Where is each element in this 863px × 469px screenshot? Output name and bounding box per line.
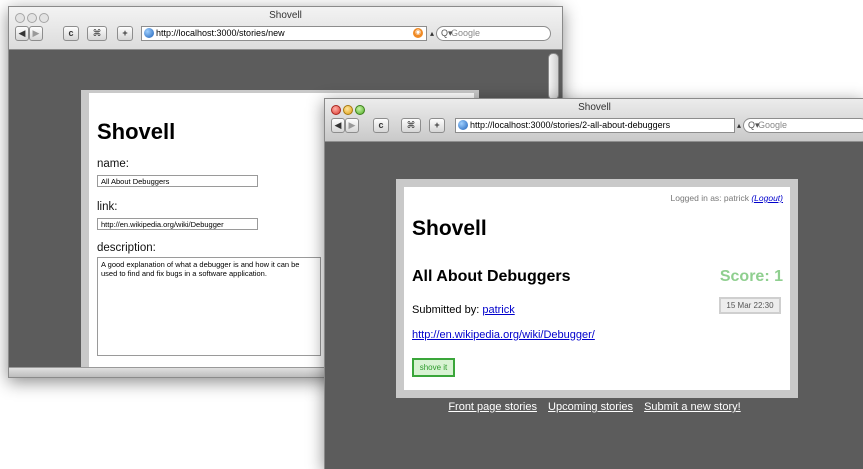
submitted-by-label: Submitted by:	[412, 304, 480, 316]
link-field[interactable]: http://en.wikipedia.org/wiki/Debugger	[97, 218, 258, 230]
browser-window-story: Shovell ◀ ▶ c ⌘ + http://localhost:3000/…	[324, 98, 863, 469]
add-bookmark-button[interactable]: +	[429, 118, 445, 133]
story-score: Score: 1	[719, 268, 783, 285]
story-title: All About Debuggers	[412, 268, 571, 285]
search-placeholder: Google	[758, 120, 788, 130]
window-title: Shovell	[269, 10, 302, 21]
story-url-link[interactable]: http://en.wikipedia.org/wiki/Debugger/	[412, 329, 595, 341]
search-icon: Q▾	[748, 120, 760, 130]
globe-icon	[144, 28, 154, 38]
forward-button[interactable]: ▶	[345, 118, 359, 133]
story-date: 15 Mar 22:30	[719, 297, 781, 314]
search-icon: Q▾	[441, 28, 453, 38]
address-bar[interactable]: http://localhost:3000/stories/2-all-abou…	[455, 118, 735, 133]
scrollbar-thumb[interactable]	[548, 53, 559, 100]
rss-icon[interactable]: ◉	[413, 28, 423, 38]
description-textarea[interactable]: A good explanation of what a debugger is…	[97, 257, 321, 356]
shove-it-button[interactable]: shove it	[412, 358, 455, 377]
link-label: link:	[97, 201, 118, 213]
submitted-by: Submitted by: patrick	[412, 304, 515, 316]
url-text: http://localhost:3000/stories/new	[156, 28, 285, 38]
story-card: Logged in as: patrick (Logout) Shovell A…	[396, 179, 798, 398]
url-text: http://localhost:3000/stories/2-all-abou…	[470, 120, 671, 130]
window-title: Shovell	[578, 102, 611, 113]
bookmarks-button[interactable]: ⌘	[87, 26, 107, 41]
upcoming-stories-link[interactable]: Upcoming stories	[548, 401, 633, 413]
story-card-body: Logged in as: patrick (Logout) Shovell A…	[404, 187, 790, 390]
front-page-stories-link[interactable]: Front page stories	[448, 401, 537, 413]
login-status: Logged in as: patrick (Logout)	[671, 193, 784, 203]
page-title: Shovell	[412, 217, 487, 240]
back-button[interactable]: ◀	[15, 26, 29, 41]
search-field[interactable]: Q▾ Google	[743, 118, 863, 133]
page-title: Shovell	[97, 119, 176, 144]
title-bar: Shovell ◀ ▶ c ⌘ + http://localhost:3000/…	[9, 7, 562, 50]
name-field[interactable]: All About Debuggers	[97, 175, 258, 187]
add-bookmark-button[interactable]: +	[117, 26, 133, 41]
logged-in-text: Logged in as: patrick	[670, 193, 749, 203]
back-button[interactable]: ◀	[331, 118, 345, 133]
search-placeholder: Google	[451, 28, 481, 38]
submitter-link[interactable]: patrick	[482, 304, 514, 316]
submit-story-link[interactable]: Submit a new story!	[644, 401, 741, 413]
search-dropdown-icon[interactable]: ▴	[737, 118, 741, 133]
reload-button[interactable]: c	[63, 26, 79, 41]
title-bar: Shovell ◀ ▶ c ⌘ + http://localhost:3000/…	[325, 99, 863, 142]
globe-icon	[458, 120, 468, 130]
footer-nav: Front page stories Upcoming stories Subm…	[325, 401, 863, 413]
forward-button[interactable]: ▶	[29, 26, 43, 41]
reload-button[interactable]: c	[373, 118, 389, 133]
address-bar[interactable]: http://localhost:3000/stories/new ◉	[141, 26, 427, 41]
search-dropdown-icon[interactable]: ▴	[430, 26, 434, 41]
name-label: name:	[97, 158, 129, 170]
description-label: description:	[97, 242, 156, 254]
logout-link[interactable]: (Logout)	[751, 193, 783, 203]
bookmarks-button[interactable]: ⌘	[401, 118, 421, 133]
search-field[interactable]: Q▾ Google	[436, 26, 551, 41]
